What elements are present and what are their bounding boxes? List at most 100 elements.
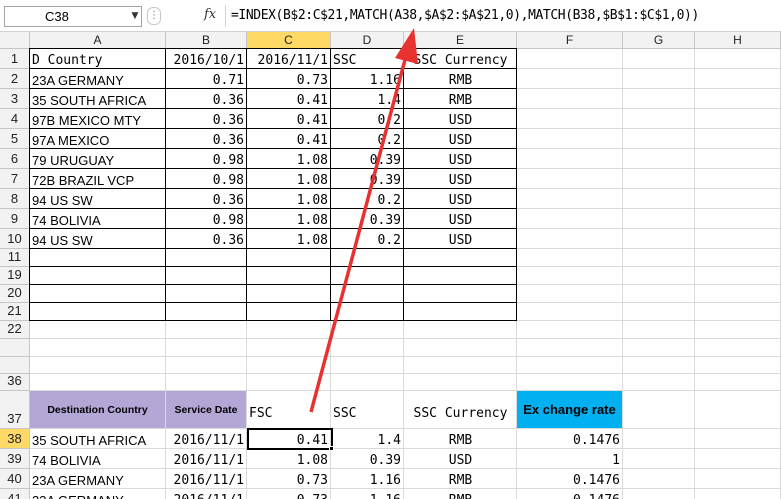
- row-header-9[interactable]: 9: [0, 209, 30, 229]
- header-cell[interactable]: SSC: [331, 391, 404, 429]
- row-header-39[interactable]: 39: [0, 449, 30, 469]
- table-cell[interactable]: 1.16: [331, 69, 404, 89]
- table-cell[interactable]: 94 US SW: [30, 229, 166, 249]
- row-header-11[interactable]: 11: [0, 249, 30, 267]
- table-cell[interactable]: 79 URUGUAY: [30, 149, 166, 169]
- table-cell[interactable]: 23A GERMANY: [30, 69, 166, 89]
- table-cell[interactable]: RMB: [404, 489, 517, 499]
- header-cell[interactable]: SSC Currency: [404, 391, 517, 429]
- table-cell[interactable]: 1.4: [331, 429, 404, 449]
- table-cell[interactable]: RMB: [404, 469, 517, 489]
- row-header-4[interactable]: 4: [0, 109, 30, 129]
- row-header-41[interactable]: 41: [0, 489, 30, 499]
- table-cell[interactable]: 0.41: [247, 129, 331, 149]
- more-options-icon[interactable]: ⋮: [147, 7, 161, 25]
- table-cell[interactable]: 0.41: [247, 89, 331, 109]
- table-cell[interactable]: 97B MEXICO MTY: [30, 109, 166, 129]
- column-header-g[interactable]: G: [623, 32, 695, 49]
- table-cell[interactable]: USD: [404, 169, 517, 189]
- table-cell[interactable]: RMB: [404, 89, 517, 109]
- header-exchange-rate[interactable]: Ex change rate: [517, 391, 622, 428]
- table-cell[interactable]: 74 BOLIVIA: [30, 209, 166, 229]
- table-cell[interactable]: 1.4: [331, 89, 404, 109]
- table-cell[interactable]: 1.16: [331, 489, 404, 499]
- table-cell[interactable]: USD: [404, 189, 517, 209]
- column-header-e[interactable]: E: [404, 32, 517, 49]
- table-cell[interactable]: 0.2: [331, 109, 404, 129]
- chevron-down-icon[interactable]: ▼: [128, 8, 142, 24]
- header-cell[interactable]: D Country: [30, 49, 166, 69]
- table-cell[interactable]: 97A MEXICO: [30, 129, 166, 149]
- table-cell[interactable]: 1.08: [247, 189, 331, 209]
- table-cell[interactable]: USD: [404, 149, 517, 169]
- table-cell[interactable]: 1.08: [247, 229, 331, 249]
- table-cell[interactable]: 2016/11/1: [166, 489, 247, 499]
- table-cell[interactable]: 23A GERMANY: [30, 469, 166, 489]
- table-cell[interactable]: 0.98: [166, 169, 247, 189]
- table-cell[interactable]: 0.36: [166, 109, 247, 129]
- row-header-40[interactable]: 40: [0, 469, 30, 489]
- table-cell[interactable]: 0.2: [331, 229, 404, 249]
- column-header-f[interactable]: F: [517, 32, 623, 49]
- row-header-hidden[interactable]: [0, 357, 30, 374]
- table-cell[interactable]: USD: [404, 229, 517, 249]
- table-cell[interactable]: USD: [404, 209, 517, 229]
- table-cell[interactable]: 23A GERMANY: [30, 489, 166, 499]
- table-cell[interactable]: 1.08: [247, 449, 331, 469]
- table-cell[interactable]: 0.36: [166, 189, 247, 209]
- column-header-b[interactable]: B: [166, 32, 247, 49]
- row-header-hidden[interactable]: [0, 339, 30, 357]
- table-cell[interactable]: 0.71: [166, 69, 247, 89]
- table-cell[interactable]: 2016/11/1: [166, 429, 247, 449]
- table-cell[interactable]: 0.39: [331, 169, 404, 189]
- table-cell[interactable]: 35 SOUTH AFRICA: [30, 89, 166, 109]
- name-box[interactable]: C38: [4, 6, 142, 27]
- row-header-19[interactable]: 19: [0, 267, 30, 285]
- table-cell[interactable]: 0.36: [166, 89, 247, 109]
- column-header-d[interactable]: D: [331, 32, 404, 49]
- row-header-36[interactable]: 36: [0, 373, 30, 391]
- table-cell[interactable]: 0.36: [166, 129, 247, 149]
- table-cell[interactable]: 0.39: [331, 149, 404, 169]
- table-cell[interactable]: RMB: [404, 429, 517, 449]
- row-header-22[interactable]: 22: [0, 321, 30, 339]
- active-cell[interactable]: [247, 428, 333, 450]
- row-header-8[interactable]: 8: [0, 189, 30, 209]
- row-header-3[interactable]: 3: [0, 89, 30, 109]
- row-header-1[interactable]: 1: [0, 49, 30, 69]
- row-header-37[interactable]: 37: [0, 391, 30, 429]
- row-header-38[interactable]: 38: [0, 429, 30, 449]
- table-cell[interactable]: 0.98: [166, 149, 247, 169]
- table-cell[interactable]: 2016/11/1: [166, 469, 247, 489]
- table-cell[interactable]: 0.2: [331, 129, 404, 149]
- table-cell[interactable]: 72B BRAZIL VCP: [30, 169, 166, 189]
- table-cell[interactable]: 0.73: [247, 69, 331, 89]
- table-cell[interactable]: 1: [517, 449, 623, 469]
- select-all-corner[interactable]: [0, 32, 30, 49]
- table-cell[interactable]: 0.36: [166, 229, 247, 249]
- table-cell[interactable]: 0.41: [247, 109, 331, 129]
- table-cell[interactable]: RMB: [404, 69, 517, 89]
- header-cell[interactable]: 2016/10/1: [166, 49, 247, 69]
- table-cell[interactable]: 0.73: [247, 489, 331, 499]
- row-header-7[interactable]: 7: [0, 169, 30, 189]
- table-cell[interactable]: 0.1476: [517, 489, 623, 499]
- header-cell[interactable]: SSC Currency: [404, 49, 517, 69]
- table-cell[interactable]: 0.39: [331, 209, 404, 229]
- table-cell[interactable]: 0.98: [166, 209, 247, 229]
- formula-input[interactable]: =INDEX(B$2:C$21,MATCH(A38,$A$2:$A$21,0),…: [231, 8, 699, 23]
- fill-handle[interactable]: [329, 446, 334, 451]
- row-header-21[interactable]: 21: [0, 303, 30, 321]
- column-header-h[interactable]: H: [695, 32, 781, 49]
- table-cell[interactable]: 1.08: [247, 209, 331, 229]
- insert-function-icon[interactable]: fx: [204, 7, 216, 22]
- table-cell[interactable]: 74 BOLIVIA: [30, 449, 166, 469]
- header-destination-country[interactable]: Destination Country: [30, 391, 165, 428]
- table-cell[interactable]: 1.08: [247, 149, 331, 169]
- row-header-20[interactable]: 20: [0, 285, 30, 303]
- table-cell[interactable]: USD: [404, 449, 517, 469]
- table-cell[interactable]: 2016/11/1: [166, 449, 247, 469]
- table-cell[interactable]: 0.2: [331, 189, 404, 209]
- row-header-5[interactable]: 5: [0, 129, 30, 149]
- row-header-2[interactable]: 2: [0, 69, 30, 89]
